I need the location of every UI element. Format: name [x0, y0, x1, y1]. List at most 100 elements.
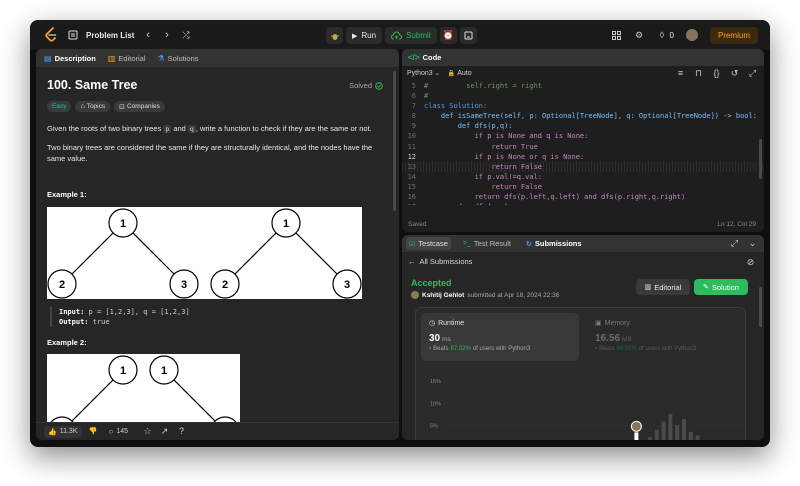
- chart-bar[interactable]: [688, 431, 693, 440]
- link-icon[interactable]: ⊘: [745, 257, 756, 268]
- star-icon[interactable]: ☆: [142, 426, 153, 437]
- streak-counter[interactable]: ◊ 0: [657, 30, 674, 41]
- chart-bar[interactable]: [661, 421, 666, 440]
- code-editor[interactable]: 5 # self.right = right 6 #7 class Solution: 8…: [402, 81, 764, 205]
- y-tick-label: 10%: [430, 401, 441, 407]
- code-line[interactable]: 16 return dfs(p.left,q.left) and dfs(p.r…: [402, 192, 764, 202]
- code-panel-header: </> Code: [402, 49, 764, 66]
- code-line[interactable]: 6 #: [402, 91, 764, 101]
- lock-icon: 🔒: [447, 70, 456, 77]
- edit-icon: ✎: [703, 284, 709, 291]
- layout-grid-icon[interactable]: [611, 30, 622, 41]
- chart-bar[interactable]: [682, 418, 686, 440]
- submitter-name[interactable]: Kshitij Gehlot: [422, 292, 464, 299]
- result-scrollbar[interactable]: [759, 287, 762, 327]
- solution-button[interactable]: ✎ Solution: [694, 279, 748, 295]
- code-line[interactable]: 12 if p is None or q is None:: [402, 152, 764, 162]
- timer-button[interactable]: ⏰: [439, 27, 457, 44]
- problem-list-link[interactable]: Problem List: [86, 31, 134, 40]
- leetcode-window: Problem List ‹ › ⤮ ▶ Run Submit ⏰ ⚙ ◊ 0 …: [30, 20, 770, 447]
- chart-bar[interactable]: [634, 432, 639, 440]
- code-line[interactable]: 17 d = dfs(p,q): [402, 202, 764, 205]
- code-text: def isSameTree(self, p: Optional[TreeNod…: [424, 112, 757, 121]
- book-icon: ▥: [644, 284, 652, 291]
- history-icon: ↻: [525, 240, 532, 248]
- expand-icon[interactable]: ⤢: [747, 68, 758, 79]
- language-select[interactable]: Python3 ⌄: [407, 70, 440, 77]
- code-panel: </> Code Python3 ⌄ 🔒 Auto ≡ ⊓ {} ↺ ⤢ 5 # …: [402, 49, 764, 232]
- description-paragraph-1: Given the roots of two binary trees p an…: [47, 123, 377, 135]
- debug-button[interactable]: [326, 27, 343, 44]
- document-icon: ▤: [44, 53, 52, 63]
- submission-status: Accepted: [411, 278, 452, 288]
- code-line[interactable]: 10 if p is None and q is None:: [402, 131, 764, 141]
- solved-label: Solved: [349, 81, 372, 90]
- tree-node-label: 1: [161, 365, 167, 377]
- code-line[interactable]: 14 if p.val!=q.val:: [402, 172, 764, 182]
- runtime-beats-text: of users with Python3: [472, 346, 531, 352]
- tab-testcase[interactable]: ☑ Testcase: [406, 237, 451, 250]
- tab-test-result[interactable]: >_ Test Result: [460, 237, 514, 250]
- line-number: 8: [411, 112, 416, 121]
- checkbox-icon: ☑: [409, 240, 416, 248]
- chart-bar[interactable]: [675, 425, 680, 440]
- settings-gear-icon[interactable]: ⚙: [634, 30, 645, 41]
- tab-editorial[interactable]: ▥ Editorial: [108, 54, 146, 63]
- code-line[interactable]: 15 return False: [402, 182, 764, 192]
- runtime-beats: ▪ Beats 87.02% of users with Python3: [429, 346, 571, 352]
- code-line[interactable]: 11 return True: [402, 142, 764, 152]
- cursor-position: Ln 12, Col 29: [717, 221, 756, 228]
- chart-bar[interactable]: [695, 435, 700, 440]
- memory-beats-pct: 86.51%: [616, 346, 637, 352]
- code-line[interactable]: 9 def dfs(p,q):: [402, 121, 764, 131]
- user-avatar[interactable]: [685, 29, 698, 41]
- editorial-button[interactable]: ▥ Editorial: [636, 279, 690, 295]
- tab-description[interactable]: ▤ Description: [44, 54, 96, 63]
- thumbs-down-icon[interactable]: 👎: [88, 426, 99, 437]
- maximize-icon[interactable]: ⤢: [729, 238, 740, 249]
- auto-mode-toggle[interactable]: 🔒 Auto: [448, 70, 472, 77]
- runtime-distribution-chart[interactable]: 15% 10% 5%: [430, 366, 742, 440]
- topics-button[interactable]: ⌂ Topics: [75, 101, 111, 112]
- help-icon[interactable]: ?: [176, 426, 187, 437]
- tab-solutions[interactable]: ⚗ Solutions: [158, 54, 199, 63]
- tab-submissions[interactable]: ↻ Submissions: [523, 237, 585, 250]
- code-line[interactable]: 13 return False: [402, 161, 764, 172]
- memory-value: 16.56: [595, 333, 621, 344]
- reset-icon[interactable]: ↺: [729, 68, 740, 79]
- code-line[interactable]: 7 class Solution:: [402, 101, 764, 111]
- notes-button[interactable]: [459, 27, 477, 44]
- leetcode-logo-icon[interactable]: [44, 27, 58, 43]
- line-number: 13: [407, 162, 416, 171]
- topics-label: Topics: [86, 103, 106, 110]
- companies-button[interactable]: ⊡ Companies: [114, 101, 165, 112]
- run-label: Run: [361, 31, 377, 40]
- share-icon[interactable]: ↗: [159, 426, 170, 437]
- braces-icon[interactable]: {}: [711, 68, 722, 79]
- chevron-down-icon: ⌄: [434, 70, 440, 77]
- all-submissions-link[interactable]: ← All Submissions: [408, 257, 472, 266]
- shuffle-icon[interactable]: ⤮: [180, 30, 191, 41]
- chevron-right-icon[interactable]: ›: [161, 29, 172, 41]
- comments-button[interactable]: ○ 145: [109, 427, 129, 436]
- chevron-left-icon[interactable]: ‹: [142, 29, 153, 41]
- memory-card[interactable]: ▣ Memory 16.56 MB ▪ Beats 86.51% of users …: [587, 313, 745, 361]
- run-button[interactable]: ▶ Run: [346, 27, 383, 44]
- premium-button[interactable]: Premium: [709, 26, 758, 44]
- code-scrollbar[interactable]: [759, 139, 762, 179]
- bookmark-icon[interactable]: ⊓: [693, 68, 704, 79]
- chart-bar[interactable]: [648, 437, 652, 440]
- code-line[interactable]: 8 def isSameTree(self, p: Optional[TreeN…: [402, 111, 764, 121]
- chart-bar[interactable]: [654, 429, 659, 440]
- code-line[interactable]: 5 # self.right = right: [402, 81, 764, 91]
- premium-label: Premium: [717, 30, 750, 40]
- submit-button[interactable]: Submit: [385, 27, 437, 44]
- line-number: 17: [402, 202, 424, 205]
- description-scrollbar[interactable]: [393, 71, 396, 211]
- format-icon[interactable]: ≡: [675, 68, 686, 79]
- code-text: return True: [424, 142, 538, 151]
- like-button[interactable]: 👍 11.3K: [44, 425, 82, 438]
- runtime-card[interactable]: ◷ Runtime 30 ms ▪ Beats 87.02% of users wi…: [421, 313, 579, 361]
- chevron-down-icon[interactable]: ⌄: [747, 238, 758, 249]
- chart-bar[interactable]: [668, 414, 673, 440]
